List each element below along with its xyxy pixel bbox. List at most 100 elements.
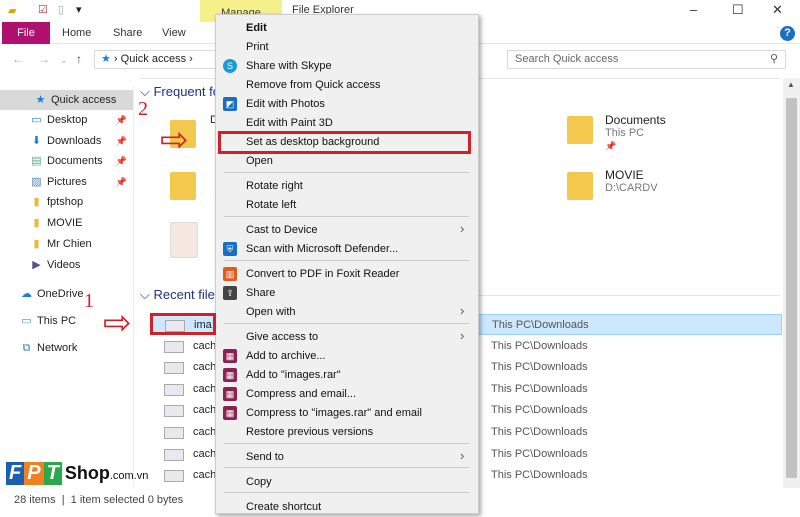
sidebar-item-fptshop[interactable]: ▮ fptshop	[0, 192, 133, 212]
forward-button[interactable]: →	[38, 52, 50, 66]
winrar-icon: ▦	[223, 406, 237, 420]
image-thumbnail-icon	[164, 405, 184, 418]
menu-item-share-with-skype[interactable]: Share with Skype	[246, 57, 332, 76]
menu-item-restore-previous-versions[interactable]: Restore previous versions	[246, 423, 373, 442]
new-folder-icon[interactable]: ▯	[58, 3, 64, 16]
folder-name[interactable]: MOVIE	[605, 168, 644, 182]
submenu-chevron-icon: ›	[460, 303, 465, 318]
share-icon: ⇪	[223, 286, 237, 300]
menu-item-scan-with-microsoft-defender[interactable]: Scan with Microsoft Defender...	[246, 240, 398, 259]
highlight-box	[150, 313, 216, 335]
menu-item-remove-from-quick-access[interactable]: Remove from Quick access	[246, 76, 380, 95]
pin-icon: 📌	[605, 141, 617, 151]
sidebar-item-onedrive[interactable]: ☁ OneDrive	[0, 284, 133, 304]
folder-location: This PC	[605, 127, 645, 139]
menu-separator	[224, 443, 469, 444]
maximize-button[interactable]: ☐	[732, 2, 744, 18]
up-button[interactable]: ↑	[76, 52, 82, 66]
image-thumbnail-icon	[164, 340, 184, 353]
address-bar[interactable]: ★ › Quick access ›	[94, 50, 230, 69]
menu-item-cast-to-device[interactable]: Cast to Device	[246, 221, 318, 240]
file-location: This PC\Downloads	[491, 361, 588, 374]
menu-separator	[224, 492, 469, 493]
sidebar-item-quick-access[interactable]: ★ Quick access	[0, 90, 133, 110]
sidebar-item-documents[interactable]: ▤ Documents 📌	[0, 151, 133, 171]
sidebar-item-label: Desktop	[47, 114, 88, 126]
frequent-folders-header[interactable]: ⌵ Frequent fo	[140, 84, 220, 100]
properties-icon[interactable]: ☑	[38, 3, 48, 16]
scrollbar-thumb[interactable]	[786, 98, 797, 478]
documents-folder-icon[interactable]	[567, 116, 593, 144]
scroll-up-icon[interactable]: ▲	[787, 80, 795, 89]
sidebar-item-movie[interactable]: ▮ MOVIE	[0, 213, 133, 233]
menu-item-compress-to-images-rar-and-email[interactable]: Compress to "images.rar" and email	[246, 404, 422, 423]
menu-item-share[interactable]: Share	[246, 284, 275, 303]
help-button[interactable]: ?	[780, 26, 795, 41]
menu-item-add-to-images-rar[interactable]: Add to "images.rar"	[246, 366, 341, 385]
selection-info: 1 item selected 0 bytes	[70, 494, 184, 506]
menu-item-print[interactable]: Print	[246, 38, 269, 57]
sidebar-item-label: Quick access	[51, 94, 117, 106]
submenu-chevron-icon: ›	[460, 328, 465, 343]
document-icon: ▤	[31, 155, 42, 167]
tab-home[interactable]: Home	[52, 22, 101, 44]
status-bar: 28 items | 1 item selected 0 bytes	[14, 494, 184, 506]
folder-icon: ▮	[33, 196, 40, 208]
folder-icon[interactable]	[170, 172, 196, 200]
file-name: cach	[193, 469, 217, 482]
video-icon: ▶	[32, 259, 41, 271]
menu-item-rotate-left[interactable]: Rotate left	[246, 196, 296, 215]
tab-view[interactable]: View	[152, 22, 196, 44]
file-name: cach	[193, 361, 217, 374]
breadcrumb-quick-access[interactable]: Quick access	[121, 53, 186, 65]
highlight-box	[218, 131, 471, 154]
folder-name[interactable]: Documents	[605, 113, 666, 127]
recent-files-header[interactable]: ⌵ Recent file	[140, 287, 215, 303]
back-button[interactable]: ←	[12, 52, 24, 66]
image-thumbnail-icon	[164, 383, 184, 396]
sidebar-item-videos[interactable]: ▶ Videos	[0, 255, 133, 275]
menu-item-open-with[interactable]: Open with	[246, 303, 296, 322]
menu-item-edit[interactable]: Edit	[246, 19, 267, 38]
foxit-icon: ▥	[223, 267, 237, 281]
fptshop-watermark: FPT Shop.com.vn	[6, 462, 148, 485]
menu-item-add-to-archive[interactable]: Add to archive...	[246, 347, 326, 366]
minimize-button[interactable]: –	[690, 2, 697, 17]
search-icon: ⚲	[770, 53, 779, 65]
sidebar-item-downloads[interactable]: ⬇ Downloads 📌	[0, 131, 133, 151]
menu-item-open[interactable]: Open	[246, 152, 273, 171]
menu-item-give-access-to[interactable]: Give access to	[246, 328, 318, 347]
sidebar-item-label: Network	[37, 342, 78, 354]
folder-icon: ▮	[33, 238, 40, 250]
menu-item-send-to[interactable]: Send to	[246, 448, 284, 467]
file-name: cach	[193, 339, 217, 352]
sidebar-item-label: Mr Chien	[47, 238, 92, 250]
qat-dropdown-icon[interactable]: ▾	[76, 3, 82, 16]
file-location: This PC\Downloads	[491, 426, 588, 438]
file-name: cach	[193, 447, 217, 460]
menu-item-edit-with-photos[interactable]: Edit with Photos	[246, 95, 325, 114]
close-button[interactable]: ✕	[772, 2, 783, 18]
sidebar-item-desktop[interactable]: ▭ Desktop 📌	[0, 110, 133, 130]
file-location: This PC\Downloads	[491, 404, 588, 417]
search-input[interactable]: Search Quick access	[507, 50, 786, 69]
star-icon: ★	[35, 94, 46, 106]
movie-folder-icon[interactable]	[567, 172, 593, 200]
folder-thumbnail[interactable]	[170, 222, 198, 258]
menu-item-rotate-right[interactable]: Rotate right	[246, 177, 303, 196]
sidebar-item-mr-chien[interactable]: ▮ Mr Chien	[0, 234, 133, 254]
menu-item-copy[interactable]: Copy	[246, 473, 272, 492]
star-icon: ★	[101, 53, 111, 65]
sidebar-item-pictures[interactable]: ▨ Pictures 📌	[0, 172, 133, 192]
tab-file[interactable]: File	[2, 22, 50, 44]
computer-icon: ▭	[21, 315, 32, 327]
sidebar-item-label: Pictures	[47, 176, 87, 188]
sidebar-item-label: fptshop	[47, 196, 84, 208]
menu-separator	[224, 216, 469, 217]
menu-separator	[224, 467, 469, 468]
recent-locations-icon[interactable]: ⌄	[60, 55, 68, 66]
menu-item-compress-and-email[interactable]: Compress and email...	[246, 385, 356, 404]
tab-share[interactable]: Share	[103, 22, 152, 44]
winrar-icon: ▦	[223, 387, 237, 401]
menu-item-convert-to-pdf-in-foxit-reader[interactable]: Convert to PDF in Foxit Reader	[246, 265, 399, 284]
